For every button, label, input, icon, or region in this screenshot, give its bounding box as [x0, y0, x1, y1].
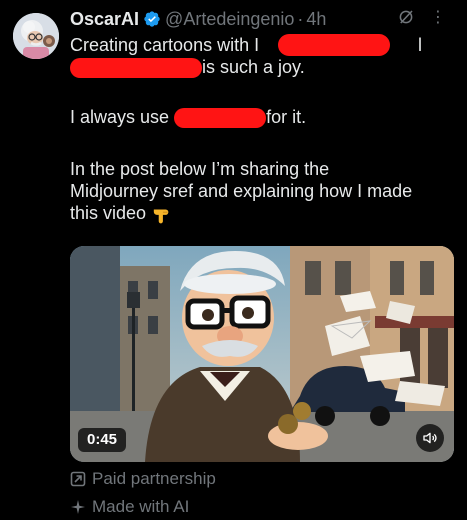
text-line-5: Midjourney sref and explaining how I mad…: [70, 181, 413, 201]
author-handle[interactable]: @Artedeingenio: [165, 9, 294, 30]
video-duration: 0:45: [78, 428, 127, 452]
made-with-ai-text: Made with AI: [92, 497, 190, 516]
video-thumbnail: [70, 246, 454, 462]
pointing-down-emoji: [153, 209, 169, 224]
more-icon[interactable]: ⋮: [429, 8, 447, 28]
trailing-letter: I: [254, 35, 260, 55]
grok-icon[interactable]: [397, 8, 415, 26]
video-player[interactable]: 0:45: [70, 246, 454, 462]
redaction-mark: [174, 108, 267, 129]
text-line-6: this video: [70, 202, 455, 224]
trailing-letter-end: l: [418, 35, 422, 55]
author-name[interactable]: OscarAI: [70, 9, 139, 30]
avatar-image: [13, 13, 59, 59]
mute-button[interactable]: [416, 424, 444, 452]
paid-partnership-label[interactable]: Paid partnership: [70, 468, 216, 490]
post-time[interactable]: 4h: [306, 9, 326, 30]
text-line-4: In the post below I’m sharing the: [70, 159, 330, 179]
redaction-mark: [278, 34, 390, 56]
volume-icon: [423, 432, 437, 444]
text-line-2: is such a joy.: [70, 56, 455, 79]
text-line-3: I always use for it.: [70, 107, 307, 129]
paid-partnership-icon: [70, 471, 86, 487]
made-with-ai-label[interactable]: Made with AI: [70, 496, 189, 518]
sparkle-icon: [71, 500, 85, 514]
text-line-1: Creating cartoons with I l: [70, 34, 422, 56]
paid-partnership-text: Paid partnership: [92, 469, 216, 488]
redaction-mark: [70, 58, 202, 79]
post-text: Creating cartoons with I l is such a joy…: [70, 34, 455, 224]
verified-badge-icon: [144, 11, 160, 27]
avatar[interactable]: [13, 13, 59, 59]
separator-dot: ·: [297, 8, 304, 29]
